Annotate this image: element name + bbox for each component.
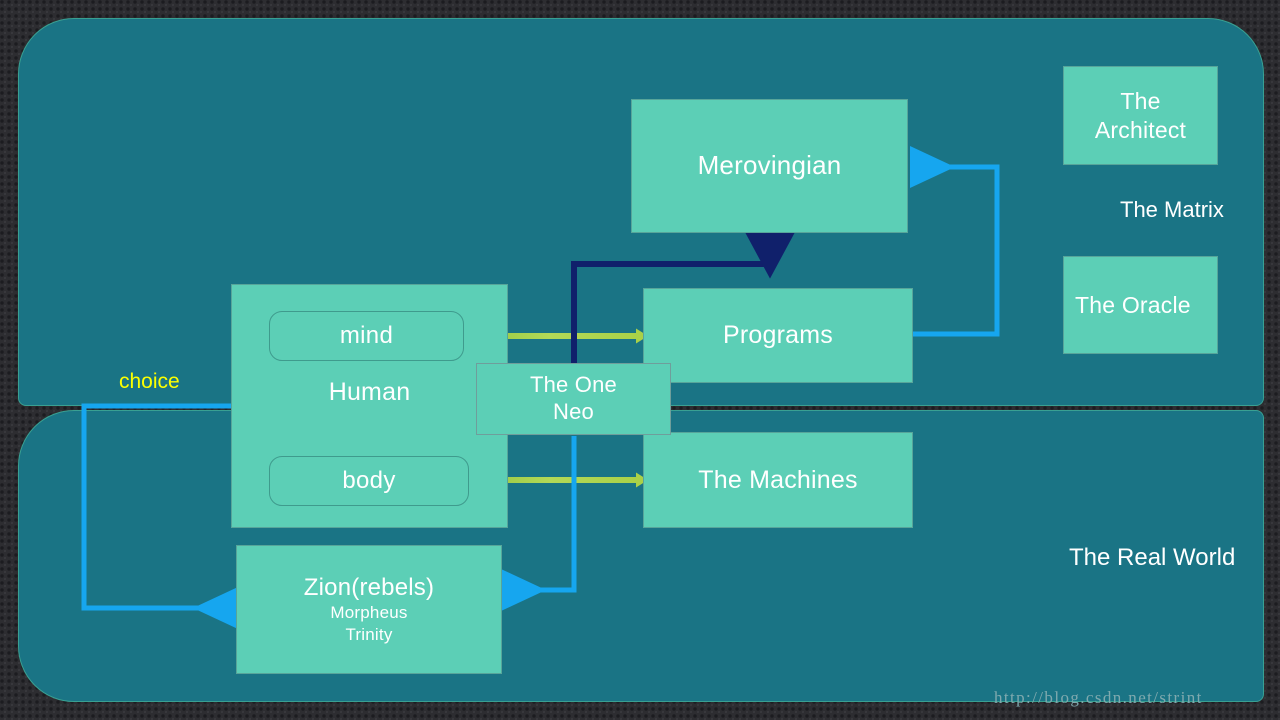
box-mind[interactable]: mind [269, 311, 464, 361]
box-architect-label-line1: The [1120, 88, 1161, 115]
diagram-canvas: Merovingian Programs The Machines The Ar… [0, 0, 1280, 720]
box-mind-label: mind [339, 322, 394, 349]
box-neo-label-line2: Neo [553, 399, 594, 424]
box-body-label: body [342, 467, 396, 494]
box-merovingian[interactable]: Merovingian [631, 99, 908, 233]
box-zion-title: Zion(rebels) [303, 573, 435, 601]
box-zion-member-trinity: Trinity [345, 625, 393, 645]
box-the-architect[interactable]: The Architect [1063, 66, 1218, 165]
box-architect-label-line2: Architect [1094, 116, 1187, 143]
box-body[interactable]: body [269, 456, 469, 506]
label-the-matrix: The Matrix [1120, 197, 1224, 222]
box-the-oracle[interactable]: The Oracle [1063, 256, 1218, 354]
box-oracle-label: The Oracle [1075, 291, 1191, 318]
box-merovingian-label: Merovingian [697, 150, 842, 181]
label-the-real-world: The Real World [1069, 544, 1236, 571]
label-choice: choice [119, 370, 180, 393]
box-neo-label-line1: The One [529, 372, 617, 398]
box-programs[interactable]: Programs [643, 288, 913, 383]
arrow-neo-zion [500, 436, 577, 611]
box-the-one-neo[interactable]: The One Neo [476, 363, 671, 435]
box-zion-member-morpheus: Morpheus [330, 603, 408, 623]
watermark-url: http://blog.csdn.net/strint [994, 688, 1203, 707]
box-human-label: Human [328, 378, 411, 406]
arrow-programs-merovingian [909, 146, 1000, 337]
box-programs-label: Programs [723, 321, 833, 350]
box-the-machines[interactable]: The Machines [643, 432, 913, 528]
box-machines-label: The Machines [698, 465, 858, 494]
arrow-human-choice-zion [81, 403, 239, 629]
box-zion[interactable]: Zion(rebels) Morpheus Trinity [236, 545, 502, 674]
